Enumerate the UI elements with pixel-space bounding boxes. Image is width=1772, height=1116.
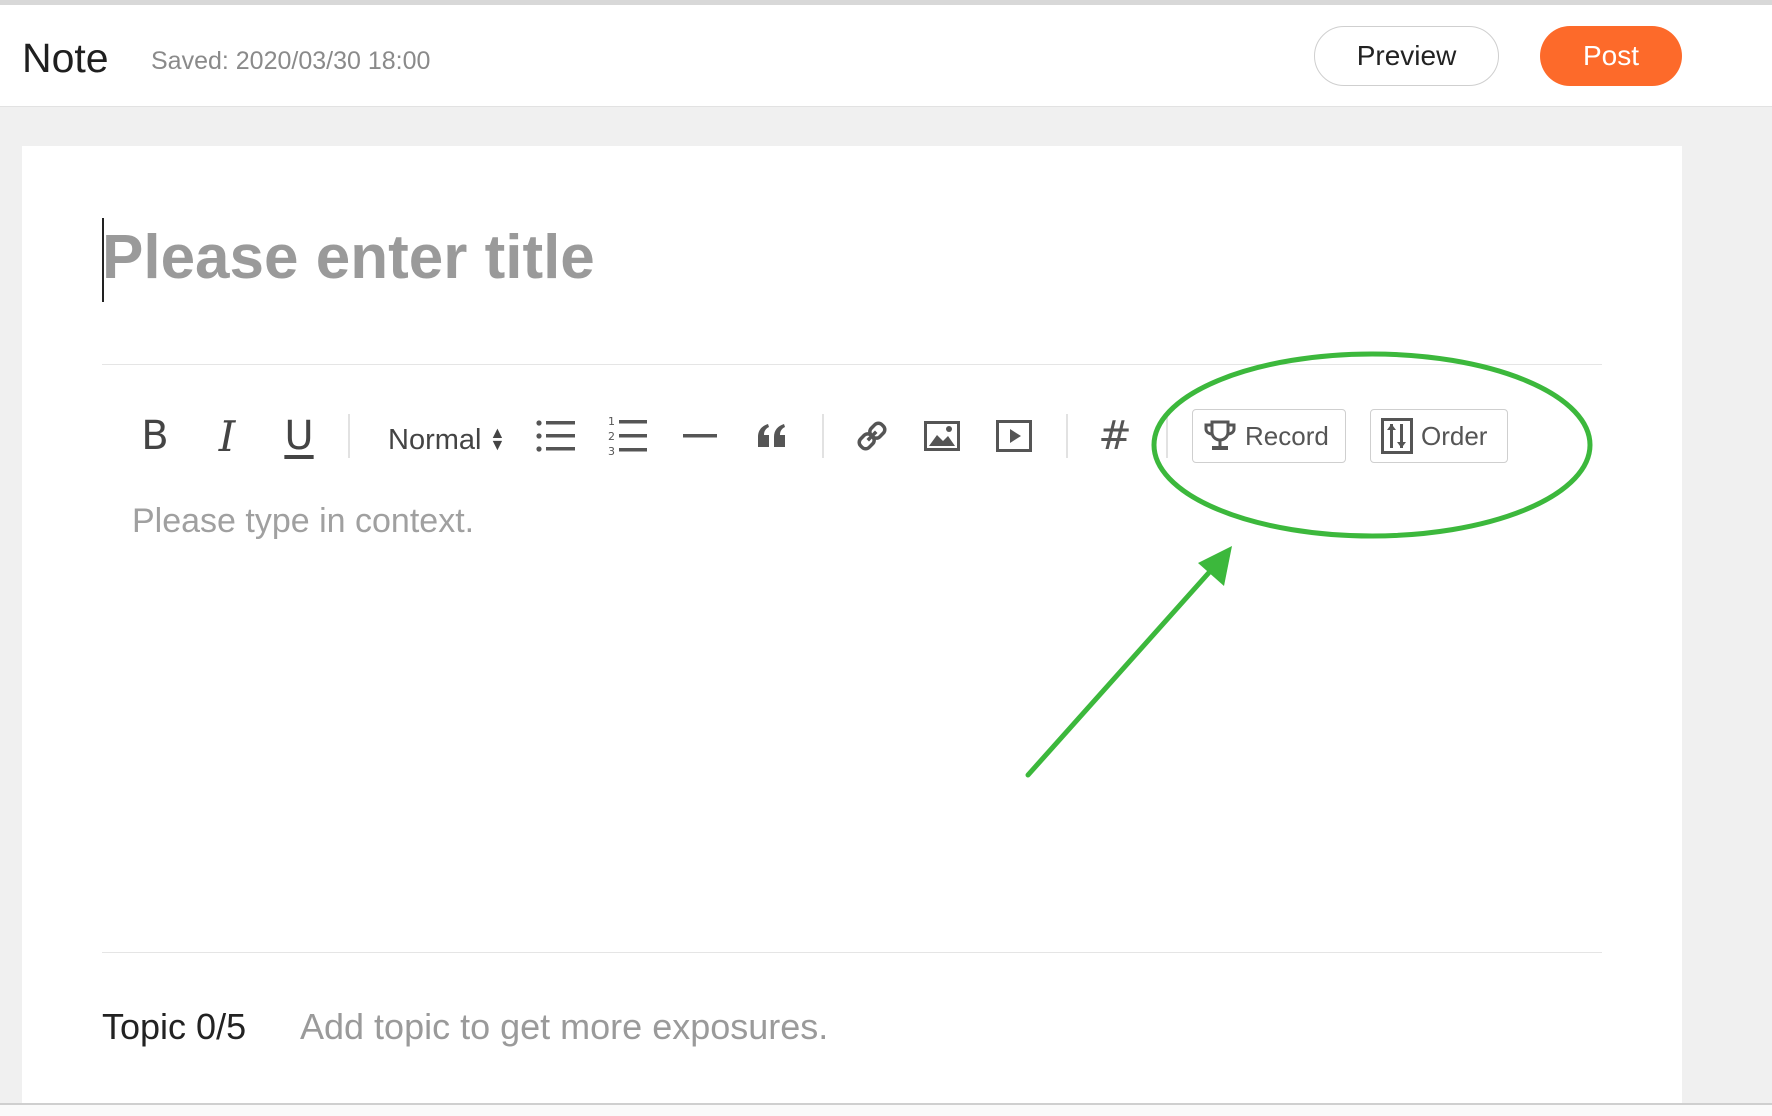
content-editor[interactable] xyxy=(132,502,1582,902)
record-button[interactable]: Record xyxy=(1192,409,1346,463)
saved-status: Saved: 2020/03/30 18:00 xyxy=(151,47,431,75)
horizontal-rule-button[interactable] xyxy=(680,414,720,458)
numbered-list-icon: 1 2 3 xyxy=(608,415,647,457)
divider xyxy=(102,952,1602,953)
format-value: Normal xyxy=(388,423,482,456)
bottom-strip xyxy=(0,1105,1772,1116)
toolbar-separator xyxy=(822,414,824,458)
order-label: Order xyxy=(1421,420,1488,451)
format-select[interactable]: Normal ▲ ▼ xyxy=(388,418,505,462)
hashtag-button[interactable]: # xyxy=(1094,410,1136,462)
topic-label: Topic 0/5 xyxy=(102,1006,247,1047)
bold-button[interactable]: B xyxy=(136,410,174,462)
title-input[interactable] xyxy=(102,212,1102,302)
order-icon xyxy=(1381,418,1413,454)
bullet-list-button[interactable] xyxy=(534,414,578,458)
preview-button[interactable]: Preview xyxy=(1314,26,1499,86)
link-button[interactable] xyxy=(852,414,892,458)
italic-button[interactable]: I xyxy=(208,410,246,462)
post-button[interactable]: Post xyxy=(1540,26,1682,86)
quote-icon xyxy=(758,424,785,447)
horizontal-rule-icon xyxy=(683,434,717,438)
link-icon xyxy=(857,421,887,451)
text-caret xyxy=(102,218,104,302)
order-button[interactable]: Order xyxy=(1370,409,1508,463)
divider xyxy=(102,364,1602,365)
bullet-list-icon xyxy=(536,420,575,452)
toolbar-separator xyxy=(348,414,350,458)
video-button[interactable] xyxy=(994,414,1034,458)
page-title: Note xyxy=(22,35,109,81)
image-button[interactable] xyxy=(922,414,962,458)
numbered-list-button[interactable]: 1 2 3 xyxy=(606,412,650,460)
svg-text:2: 2 xyxy=(608,430,615,443)
quote-button[interactable] xyxy=(752,414,792,458)
video-icon xyxy=(996,420,1032,452)
svg-text:3: 3 xyxy=(608,445,615,457)
image-icon xyxy=(924,421,960,451)
toolbar-separator xyxy=(1066,414,1068,458)
record-label: Record xyxy=(1245,420,1329,451)
header-bar: Note Saved: 2020/03/30 18:00 Preview Pos… xyxy=(0,5,1772,107)
trophy-icon xyxy=(1204,420,1236,450)
topic-input[interactable] xyxy=(300,1004,1000,1050)
select-arrows-icon: ▲ ▼ xyxy=(489,425,506,454)
underline-button[interactable]: U xyxy=(280,410,318,462)
toolbar-separator xyxy=(1166,414,1168,458)
svg-text:1: 1 xyxy=(608,415,615,428)
